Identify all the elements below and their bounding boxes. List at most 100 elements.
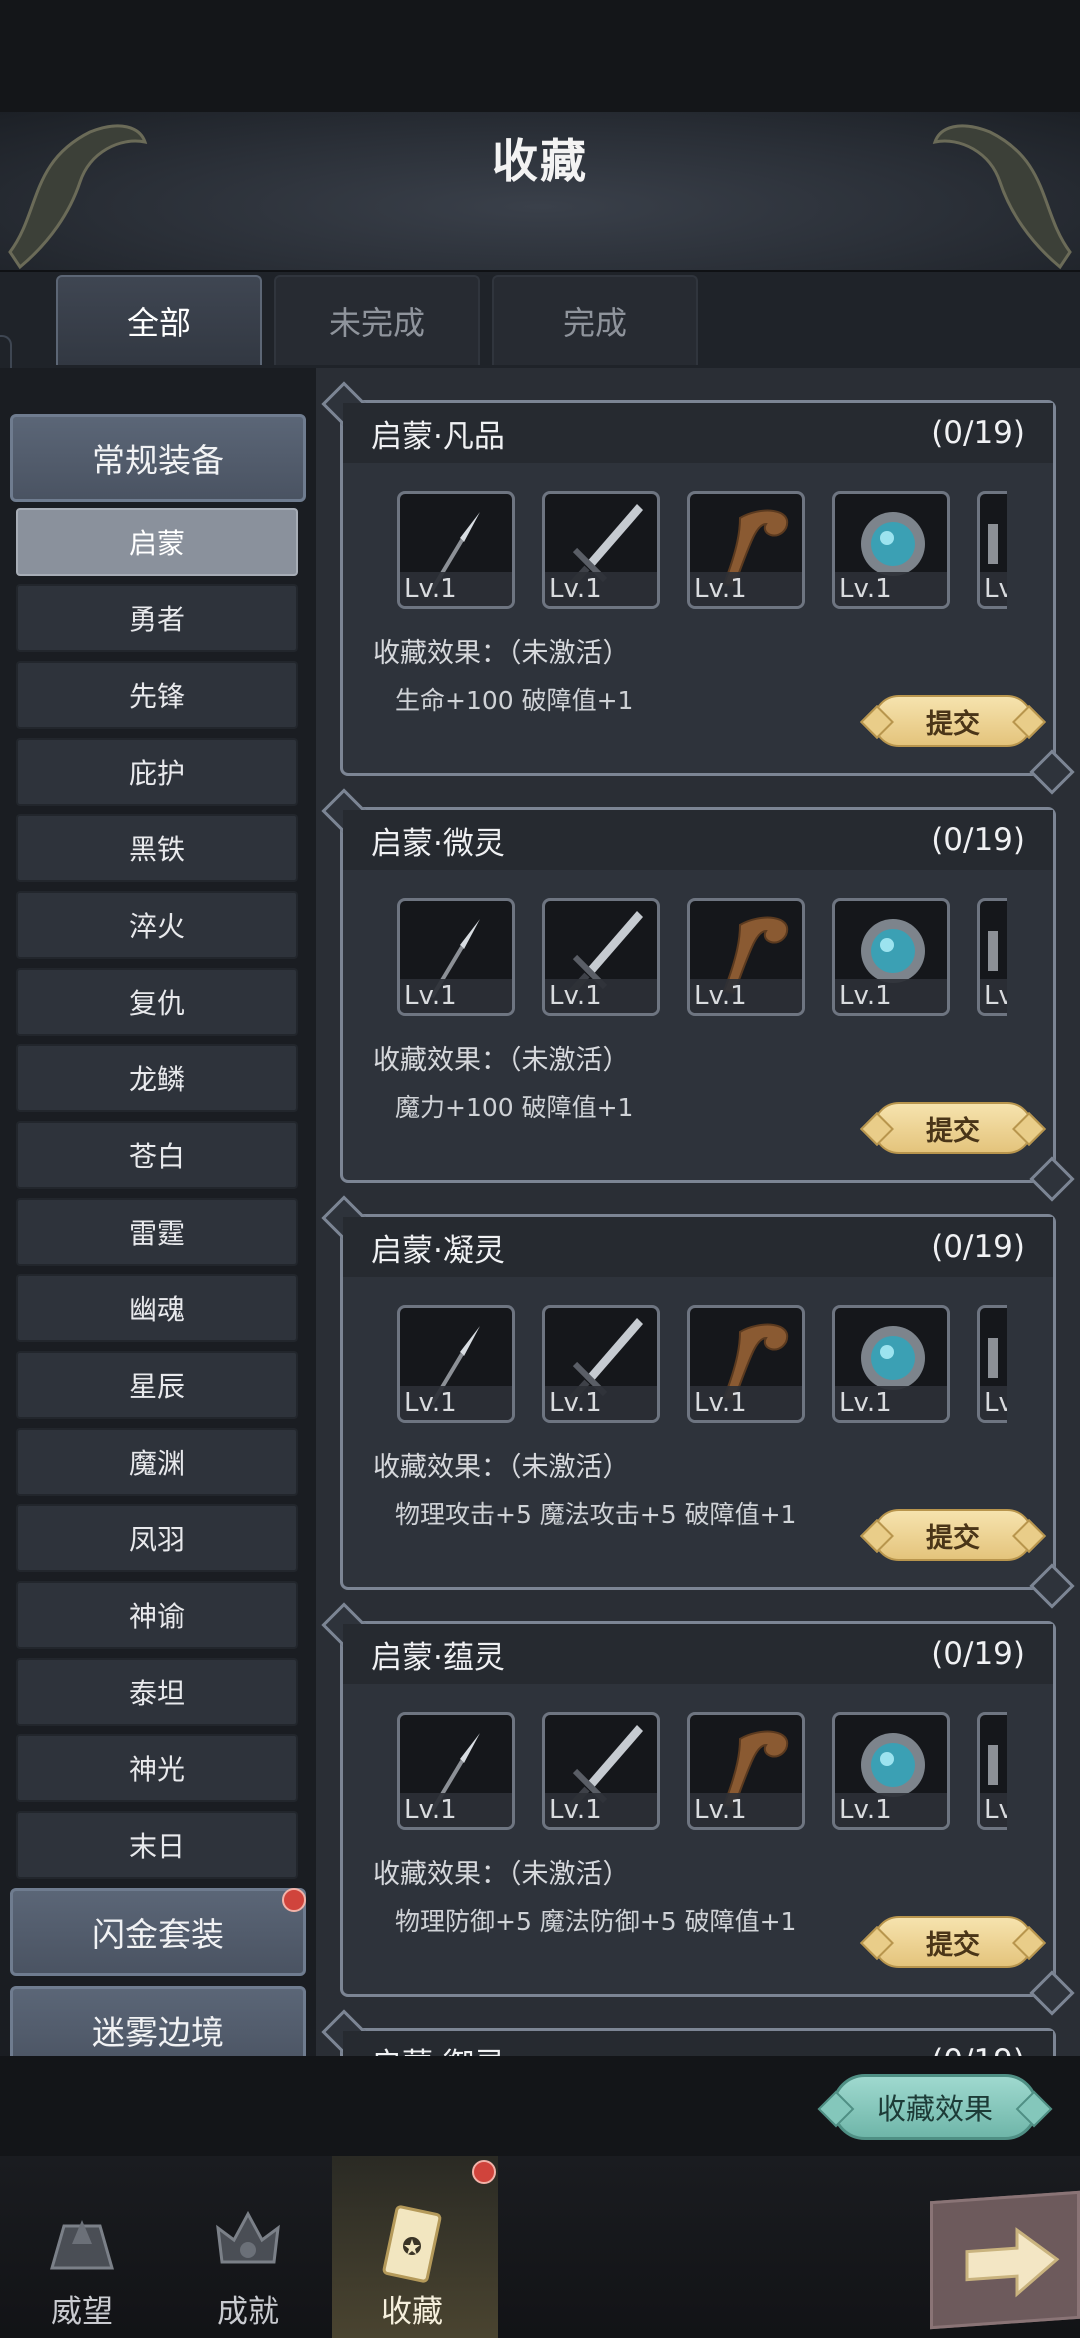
sidebar-item-qimeng[interactable]: 启蒙 [16,508,298,576]
sidebar-item-shenguang[interactable]: 神光 [16,1734,298,1802]
sidebar-item-fengyu[interactable]: 凤羽 [16,1504,298,1572]
sidebar-item-xianfeng[interactable]: 先锋 [16,661,298,729]
item-slot[interactable]: Lv.1 [977,491,1007,609]
nav-collection[interactable]: 收藏 [332,2156,498,2338]
item-level: Lv.1 [980,979,1007,1013]
effect-text: 物理防御+5 魔法防御+5 破障值+1 [395,1907,797,1936]
effect-text: 魔力+100 破障值+1 [395,1093,634,1122]
sidebar-item-longlin[interactable]: 龙鳞 [16,1044,298,1112]
sidebar-item-shenyu[interactable]: 神谕 [16,1581,298,1649]
sidebar-item-fuchou[interactable]: 复仇 [16,968,298,1036]
effect-text: 生命+100 破障值+1 [395,686,634,715]
card-title: 启蒙·凝灵 [371,1232,505,1269]
item-slot[interactable]: Lv.1 [397,898,515,1016]
prestige-icon [50,2220,114,2270]
next-page-button[interactable] [930,2190,1080,2330]
item-level: Lv.1 [690,572,802,606]
item-level: Lv.1 [400,572,512,606]
submit-button[interactable]: 提交 [873,1102,1033,1154]
item-level: Lv.1 [545,979,657,1013]
item-slot[interactable]: Lv.1 [832,1712,950,1830]
item-slot[interactable]: Lv.1 [542,491,660,609]
item-level: Lv.1 [400,1386,512,1420]
card-title: 启蒙·御灵 [371,2039,505,2057]
collection-list: 启蒙·凡品 (0/19) Lv.1 Lv.1 Lv.1 Lv.1 Lv. [316,368,1080,2056]
item-level: Lv.1 [400,1793,512,1827]
card-title: 启蒙·微灵 [371,825,505,862]
sidebar-item-moyuan[interactable]: 魔渊 [16,1428,298,1496]
item-slot[interactable]: Lv.1 [397,1305,515,1423]
card-header: 启蒙·凡品 (0/19) [343,403,1053,463]
nav-label: 收藏 [381,2294,443,2330]
item-row: Lv.1 Lv.1 Lv.1 Lv.1 Lv.1 [397,898,1007,1018]
item-level: Lv.1 [690,1386,802,1420]
item-level: Lv.1 [835,1793,947,1827]
collection-effect-button[interactable]: 收藏效果 [832,2074,1038,2140]
tab-all[interactable]: 全部 [56,275,262,365]
item-slot[interactable]: Lv.1 [687,1712,805,1830]
category-gold-set[interactable]: 闪金套装 [10,1888,306,1976]
item-slot[interactable]: Lv.1 [542,898,660,1016]
item-slot[interactable]: Lv.1 [977,1305,1007,1423]
submit-button[interactable]: 提交 [873,1916,1033,1968]
item-slot[interactable]: Lv.1 [397,1712,515,1830]
sidebar-item-cuihuo[interactable]: 淬火 [16,891,298,959]
page-title: 收藏 [492,134,588,188]
card-title: 启蒙·蕴灵 [371,1639,505,1676]
card-header: 启蒙·凝灵 (0/19) [343,1217,1053,1277]
category-normal-equipment[interactable]: 常规装备 [10,414,306,502]
nav-achievement[interactable]: 成就 [168,2156,328,2338]
submit-button[interactable]: 提交 [873,1509,1033,1561]
item-slot[interactable]: Lv.1 [832,491,950,609]
item-level: Lv.1 [980,1793,1007,1827]
submit-button[interactable]: 提交 [873,695,1033,747]
sidebar-item-yongzhe[interactable]: 勇者 [16,584,298,652]
item-level: Lv.1 [835,1386,947,1420]
effect-label: 收藏效果：（未激活） [373,1859,630,1890]
achievement-icon [216,2210,280,2264]
collection-card: 启蒙·御灵 (0/19) [340,2028,1056,2056]
item-level: Lv.1 [545,572,657,606]
item-slot[interactable]: Lv.1 [542,1305,660,1423]
collection-card: 启蒙·凡品 (0/19) Lv.1 Lv.1 Lv.1 Lv.1 Lv. [340,400,1056,776]
item-slot[interactable]: Lv.1 [832,1305,950,1423]
tab-complete[interactable]: 完成 [492,275,698,365]
sidebar-item-heitie[interactable]: 黑铁 [16,814,298,882]
card-progress: (0/19) [931,1229,1025,1265]
item-slot[interactable]: Lv.1 [977,1712,1007,1830]
item-level: Lv.1 [400,979,512,1013]
notification-dot [282,1888,306,1912]
card-progress: (0/19) [931,415,1025,451]
sidebar-item-taitan[interactable]: 泰坦 [16,1658,298,1726]
effect-text: 物理攻击+5 魔法攻击+5 破障值+1 [395,1500,797,1529]
sidebar-item-xingchen[interactable]: 星辰 [16,1351,298,1419]
status-bar-area [0,0,1080,112]
item-slot[interactable]: Lv.1 [687,491,805,609]
category-mist-border[interactable]: 迷雾边境 [10,1986,306,2056]
sidebar-item-cangbai[interactable]: 苍白 [16,1121,298,1189]
card-progress: (0/19) [931,1636,1025,1672]
item-slot[interactable]: Lv.1 [687,1305,805,1423]
bottom-nav [0,2156,1080,2338]
item-slot[interactable]: Lv.1 [397,491,515,609]
item-row: Lv.1 Lv.1 Lv.1 Lv.1 Lv.1 [397,1305,1007,1425]
sidebar-item-bihu[interactable]: 庇护 [16,738,298,806]
item-level: Lv.1 [545,1386,657,1420]
tab-incomplete[interactable]: 未完成 [274,275,480,365]
effect-label: 收藏效果：（未激活） [373,638,630,669]
card-progress: (0/19) [931,2043,1025,2056]
card-header: 启蒙·御灵 (0/19) [343,2031,1053,2056]
sidebar-item-leiting[interactable]: 雷霆 [16,1198,298,1266]
item-slot[interactable]: Lv.1 [687,898,805,1016]
sidebar-item-mori[interactable]: 末日 [16,1811,298,1879]
item-slot[interactable]: Lv.1 [977,898,1007,1016]
card-title: 启蒙·凡品 [371,418,505,455]
card-header: 启蒙·蕴灵 (0/19) [343,1624,1053,1684]
item-slot[interactable]: Lv.1 [832,898,950,1016]
item-slot[interactable]: Lv.1 [542,1712,660,1830]
nav-prestige[interactable]: 威望 [2,2156,162,2338]
item-level: Lv.1 [835,572,947,606]
sidebar-item-youhun[interactable]: 幽魂 [16,1274,298,1342]
collection-card: 启蒙·蕴灵 (0/19) Lv.1 Lv.1 Lv.1 Lv.1 Lv. [340,1621,1056,1997]
effect-label: 收藏效果：（未激活） [373,1452,630,1483]
